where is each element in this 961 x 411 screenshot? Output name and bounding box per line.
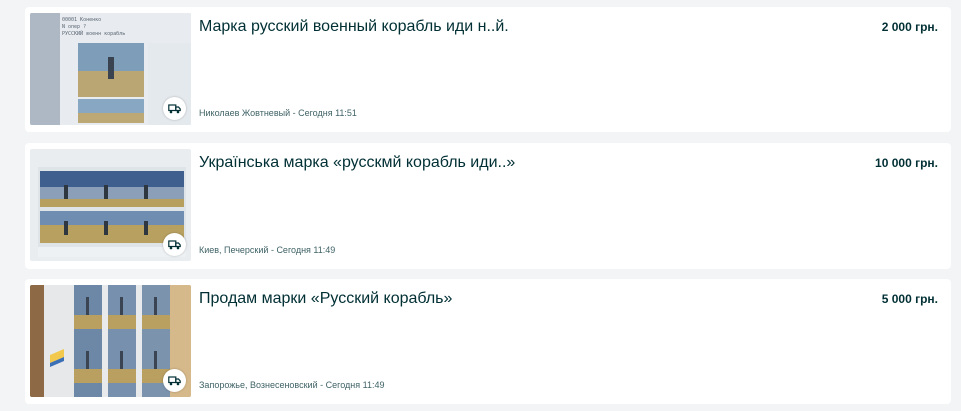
listing-photo[interactable]	[30, 285, 191, 397]
listing-meta: Запорожье, Вознесеновский - Сегодня 11:4…	[199, 380, 384, 390]
meta-separator: -	[317, 380, 326, 390]
listing-card[interactable]: Українська марка «русскмй корабль иди..»…	[25, 143, 951, 269]
svg-text:РУССКИЙ военн корабль: РУССКИЙ военн корабль	[62, 30, 125, 37]
listing-meta: Киев, Печерский - Сегодня 11:49	[199, 245, 335, 255]
listing-time: Сегодня 11:49	[276, 245, 336, 255]
listing-photo[interactable]: 00001 Коненко N опер ? РУССКИЙ военн кор…	[30, 13, 191, 125]
listing-location: Запорожье, Вознесеновский	[199, 380, 318, 390]
delivery-badge	[163, 369, 186, 392]
listing-card[interactable]: 00001 Коненко N опер ? РУССКИЙ военн кор…	[25, 7, 951, 132]
listing-price: 10 000 грн.	[875, 156, 938, 170]
truck-icon	[168, 239, 181, 249]
listing-title[interactable]: Продам марки «Русский корабль»	[199, 289, 452, 309]
listing-location: Киев, Печерский	[199, 245, 269, 255]
listing-price: 2 000 грн.	[881, 20, 938, 34]
delivery-badge	[163, 97, 186, 120]
listing-time: Сегодня 11:49	[325, 380, 385, 390]
delivery-badge	[163, 233, 186, 256]
listing-photo[interactable]	[30, 149, 191, 261]
truck-icon	[168, 103, 181, 113]
meta-separator: -	[290, 108, 299, 118]
svg-text:00001 Коненко: 00001 Коненко	[62, 17, 101, 23]
listing-location: Николаев Жовтневый	[199, 108, 291, 118]
listing-title[interactable]: Українська марка «русскмй корабль иди..»	[199, 153, 515, 173]
listing-card[interactable]: Продам марки «Русский корабль» 5 000 грн…	[25, 279, 951, 404]
truck-icon	[168, 375, 181, 385]
listing-time: Сегодня 11:51	[298, 108, 357, 118]
listing-results: 00001 Коненко N опер ? РУССКИЙ военн кор…	[0, 0, 961, 411]
svg-text:N опер ?: N опер ?	[62, 24, 86, 30]
listing-meta: Николаев Жовтневый - Сегодня 11:51	[199, 108, 357, 118]
listing-price: 5 000 грн.	[881, 292, 938, 306]
listing-title[interactable]: Марка русский военный корабль иди н..й.	[199, 17, 509, 37]
